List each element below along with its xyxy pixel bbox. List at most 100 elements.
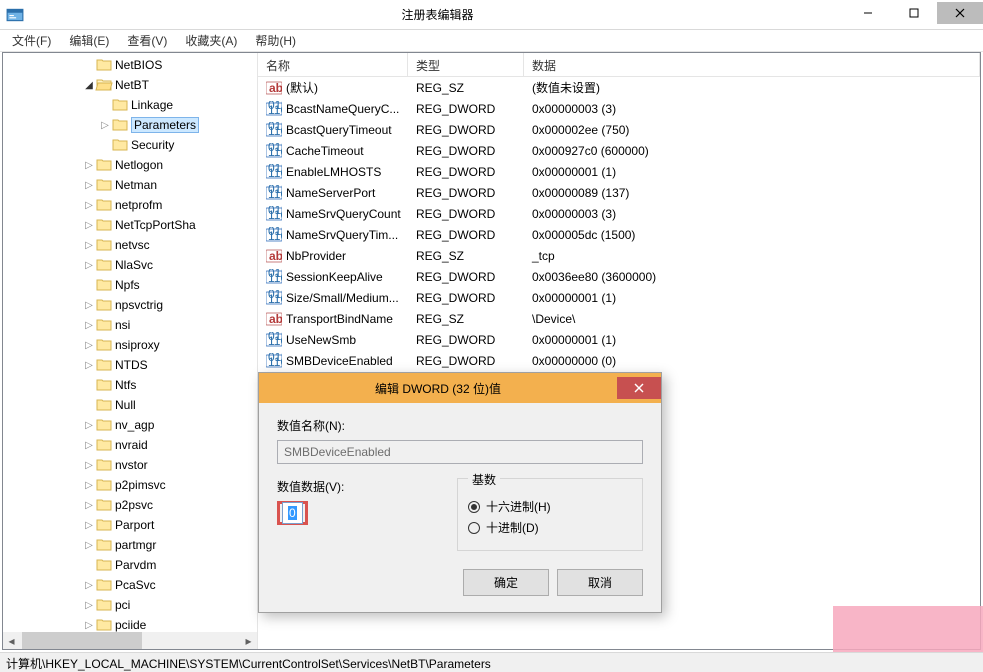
list-row[interactable]: NbProviderREG_SZ_tcp — [258, 245, 980, 266]
expander-icon[interactable]: ▷ — [83, 480, 95, 491]
expander-icon[interactable]: ◢ — [83, 80, 95, 91]
tree-item[interactable]: Parvdm — [3, 555, 257, 575]
value-type: REG_DWORD — [408, 123, 524, 137]
expander-icon[interactable]: ▷ — [83, 500, 95, 511]
expander-icon[interactable]: ▷ — [83, 420, 95, 431]
tree-item[interactable]: ▷pci — [3, 595, 257, 615]
tree-item[interactable]: ▷NlaSvc — [3, 255, 257, 275]
col-name[interactable]: 名称 — [258, 53, 408, 76]
tree-hscrollbar[interactable]: ◂ ▸ — [3, 632, 257, 649]
expander-icon[interactable]: ▷ — [83, 580, 95, 591]
tree-item[interactable]: ▷Netman — [3, 175, 257, 195]
list-row[interactable]: NameSrvQueryCountREG_DWORD0x00000003 (3) — [258, 203, 980, 224]
expander-icon[interactable]: ▷ — [83, 360, 95, 371]
tree-pane[interactable]: NetBIOS◢NetBTLinkage▷ParametersSecurity▷… — [3, 53, 257, 649]
tree-item[interactable]: ▷ partmgr — [3, 535, 257, 555]
expander-icon[interactable]: ▷ — [99, 120, 111, 131]
folder-icon — [95, 237, 113, 253]
tree-item[interactable]: ▷pciide — [3, 615, 257, 632]
value-data: 0x000005dc (1500) — [524, 228, 980, 242]
list-row[interactable]: EnableLMHOSTSREG_DWORD0x00000001 (1) — [258, 161, 980, 182]
tree-item[interactable]: ▷nvstor — [3, 455, 257, 475]
registry-tree[interactable]: NetBIOS◢NetBTLinkage▷ParametersSecurity▷… — [3, 53, 257, 632]
expander-icon[interactable]: ▷ — [83, 180, 95, 191]
expander-icon[interactable]: ▷ — [83, 340, 95, 351]
tree-item[interactable]: ▷nsiproxy — [3, 335, 257, 355]
tree-item[interactable]: Null — [3, 395, 257, 415]
minimize-button[interactable] — [845, 2, 891, 24]
scroll-right-icon[interactable]: ▸ — [240, 632, 257, 649]
scroll-left-icon[interactable]: ◂ — [3, 632, 20, 649]
expander-icon[interactable]: ▷ — [83, 540, 95, 551]
list-body[interactable]: (默认)REG_SZ(数值未设置)BcastNameQueryC...REG_D… — [258, 77, 980, 371]
folder-icon — [95, 477, 113, 493]
tree-item-label: Npfs — [115, 278, 140, 292]
list-row[interactable]: (默认)REG_SZ(数值未设置) — [258, 77, 980, 98]
expander-icon[interactable]: ▷ — [83, 240, 95, 251]
expander-icon[interactable]: ▷ — [83, 600, 95, 611]
expander-icon[interactable]: ▷ — [83, 460, 95, 471]
menu-view[interactable]: 查看(V) — [119, 30, 175, 51]
expander-icon[interactable]: ▷ — [83, 160, 95, 171]
list-row[interactable]: SMBDeviceEnabledREG_DWORD0x00000000 (0) — [258, 350, 980, 371]
tree-item[interactable]: ▷PcaSvc — [3, 575, 257, 595]
cancel-button[interactable]: 取消 — [557, 569, 643, 596]
tree-item[interactable]: ▷Netlogon — [3, 155, 257, 175]
expander-icon[interactable]: ▷ — [83, 200, 95, 211]
tree-item[interactable]: ◢NetBT — [3, 75, 257, 95]
menu-edit[interactable]: 编辑(E) — [61, 30, 117, 51]
tree-item[interactable]: ▷Parport — [3, 515, 257, 535]
list-row[interactable]: NameServerPortREG_DWORD0x00000089 (137) — [258, 182, 980, 203]
list-row[interactable]: BcastNameQueryC...REG_DWORD0x00000003 (3… — [258, 98, 980, 119]
list-row[interactable]: CacheTimeoutREG_DWORD0x000927c0 (600000) — [258, 140, 980, 161]
menu-favorites[interactable]: 收藏夹(A) — [177, 30, 245, 51]
tree-item-label: npsvctrig — [115, 298, 163, 312]
expander-icon[interactable]: ▷ — [83, 620, 95, 631]
scroll-thumb[interactable] — [22, 632, 142, 649]
list-row[interactable]: BcastQueryTimeoutREG_DWORD0x000002ee (75… — [258, 119, 980, 140]
radio-hex[interactable]: 十六进制(H) — [468, 498, 632, 515]
value-data: _tcp — [524, 249, 980, 263]
tree-item[interactable]: Ntfs — [3, 375, 257, 395]
string-value-icon — [266, 80, 282, 96]
tree-item[interactable]: ▷Parameters — [3, 115, 257, 135]
value-name: Size/Small/Medium... — [286, 291, 399, 305]
tree-item[interactable]: ▷netprofm — [3, 195, 257, 215]
list-row[interactable]: TransportBindNameREG_SZ\Device\ — [258, 308, 980, 329]
list-row[interactable]: SessionKeepAliveREG_DWORD0x0036ee80 (360… — [258, 266, 980, 287]
col-data[interactable]: 数据 — [524, 53, 980, 76]
tree-item[interactable]: NetBIOS — [3, 55, 257, 75]
tree-item[interactable]: ▷nv_agp — [3, 415, 257, 435]
expander-icon[interactable]: ▷ — [83, 520, 95, 531]
tree-item[interactable]: ▷p2pimsvc — [3, 475, 257, 495]
tree-item[interactable]: ▷p2psvc — [3, 495, 257, 515]
tree-item[interactable]: ▷ npsvctrig — [3, 295, 257, 315]
expander-icon[interactable]: ▷ — [83, 440, 95, 451]
tree-item[interactable]: ▷NetTcpPortSha — [3, 215, 257, 235]
menu-file[interactable]: 文件(F) — [4, 30, 59, 51]
tree-item[interactable]: Linkage — [3, 95, 257, 115]
expander-icon[interactable]: ▷ — [83, 300, 95, 311]
maximize-button[interactable] — [891, 2, 937, 24]
tree-item[interactable]: Npfs — [3, 275, 257, 295]
radio-dec[interactable]: 十进制(D) — [468, 519, 632, 536]
tree-item[interactable]: ▷nsi — [3, 315, 257, 335]
col-type[interactable]: 类型 — [408, 53, 524, 76]
value-data-input[interactable]: 0 — [282, 502, 303, 524]
folder-icon — [95, 557, 113, 573]
ok-button[interactable]: 确定 — [463, 569, 549, 596]
dialog-close-button[interactable] — [617, 377, 661, 399]
list-row[interactable]: NameSrvQueryTim...REG_DWORD0x000005dc (1… — [258, 224, 980, 245]
tree-item[interactable]: Security — [3, 135, 257, 155]
tree-item-label: partmgr — [115, 538, 156, 552]
close-button[interactable] — [937, 2, 983, 24]
list-row[interactable]: Size/Small/Medium...REG_DWORD0x00000001 … — [258, 287, 980, 308]
tree-item[interactable]: ▷nvraid — [3, 435, 257, 455]
tree-item[interactable]: ▷netvsc — [3, 235, 257, 255]
tree-item[interactable]: ▷NTDS — [3, 355, 257, 375]
expander-icon[interactable]: ▷ — [83, 320, 95, 331]
expander-icon[interactable]: ▷ — [83, 260, 95, 271]
expander-icon[interactable]: ▷ — [83, 220, 95, 231]
list-row[interactable]: UseNewSmbREG_DWORD0x00000001 (1) — [258, 329, 980, 350]
menu-help[interactable]: 帮助(H) — [247, 30, 304, 51]
